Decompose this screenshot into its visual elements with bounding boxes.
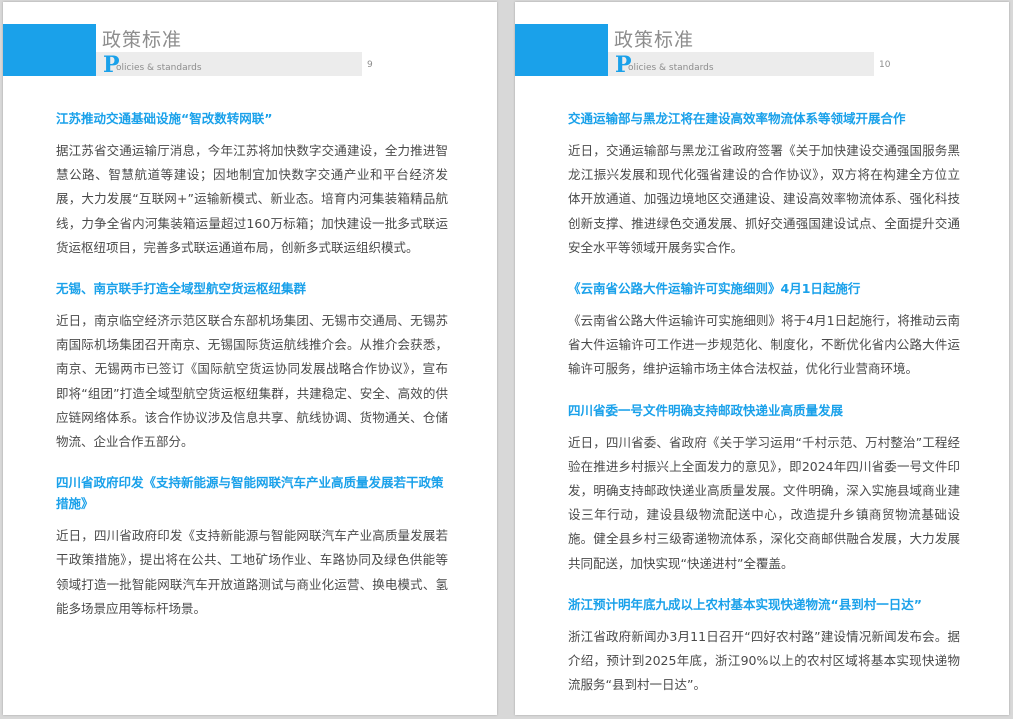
- article: 江苏推动交通基础设施“智改数转网联” 据江苏省交通运输厅消息，今年江苏将加快数字…: [56, 108, 448, 260]
- subtitle-text: olicies & standards: [628, 63, 714, 73]
- page-number: 10: [879, 60, 891, 70]
- article-list: 交通运输部与黑龙江将在建设高效率物流体系等领域开展合作 近日，交通运输部与黑龙江…: [568, 108, 960, 715]
- article-body: 近日，四川省政府印发《支持新能源与智能网联汽车产业高质量发展若干政策措施》，提出…: [56, 528, 448, 616]
- article-title: 交通运输部与黑龙江将在建设高效率物流体系等领域开展合作: [568, 111, 906, 126]
- article: 交通运输部与黑龙江将在建设高效率物流体系等领域开展合作 近日，交通运输部与黑龙江…: [568, 108, 960, 260]
- page-number: 9: [367, 60, 373, 70]
- article: 《云南省公路大件运输许可实施细则》4月1日起施行 《云南省公路大件运输许可实施细…: [568, 278, 960, 382]
- article-title: 江苏推动交通基础设施“智改数转网联”: [56, 111, 273, 126]
- header-accent-bar: [3, 24, 96, 76]
- article-title: 浙江预计明年底九成以上农村基本实现快递物流“县到村一日达”: [568, 596, 922, 612]
- section-title: 政策标准: [102, 29, 183, 51]
- article-body: 近日，南京临空经济示范区联合东部机场集团、无锡市交通局、无锡苏南国际机场集团召开…: [56, 313, 448, 450]
- article: 四川省委一号文件明确支持邮政快递业高质量发展 近日，四川省委、省政府《关于学习运…: [568, 400, 960, 576]
- section-title: 政策标准: [614, 29, 695, 51]
- article-body: 据江苏省交通运输厅消息，今年江苏将加快数字交通建设，全力推进智慧公路、智慧航道等…: [56, 143, 448, 255]
- article-title: 《云南省公路大件运输许可实施细则》4月1日起施行: [568, 281, 861, 297]
- article-body: 近日，四川省委、省政府《关于学习运用“千村示范、万村整治”工程经验在推进乡村振兴…: [568, 434, 960, 571]
- article-title: 四川省委一号文件明确支持邮政快递业高质量发展: [568, 402, 844, 418]
- section-subtitle-strip: P olicies & standards: [608, 52, 874, 78]
- article-body: 近日，交通运输部与黑龙江省政府签署《关于加快建设交通强国服务黑龙江振兴发展和现代…: [568, 143, 960, 255]
- article-list: 江苏推动交通基础设施“智改数转网联” 据江苏省交通运输厅消息，今年江苏将加快数字…: [56, 108, 448, 639]
- header-accent-bar: [515, 24, 608, 76]
- article: 浙江预计明年底九成以上农村基本实现快递物流“县到村一日达” 浙江省政府新闻办3月…: [568, 594, 960, 698]
- page-right: 政策标准 P olicies & standards 10 交通运输部与黑龙江将…: [515, 2, 1009, 715]
- page-left: 政策标准 P olicies & standards 9 江苏推动交通基础设施“…: [3, 2, 497, 715]
- section-subtitle-strip: P olicies & standards: [96, 52, 362, 78]
- article: 四川省政府印发《支持新能源与智能网联汽车产业高质量发展若干政策措施》 近日，四川…: [56, 472, 448, 621]
- article: 无锡、南京联手打造全域型航空货运枢纽集群 近日，南京临空经济示范区联合东部机场集…: [56, 278, 448, 454]
- article-title: 四川省政府印发《支持新能源与智能网联汽车产业高质量发展若干政策措施》: [56, 475, 444, 512]
- article-body: 《云南省公路大件运输许可实施细则》将于4月1日起施行，将推动云南省大件运输许可工…: [568, 313, 960, 377]
- article-body: 浙江省政府新闻办3月11日召开“四好农村路”建设情况新闻发布会。据介绍，预计到2…: [568, 628, 960, 693]
- article-title: 无锡、南京联手打造全域型航空货运枢纽集群: [56, 281, 307, 297]
- subtitle-text: olicies & standards: [116, 63, 202, 73]
